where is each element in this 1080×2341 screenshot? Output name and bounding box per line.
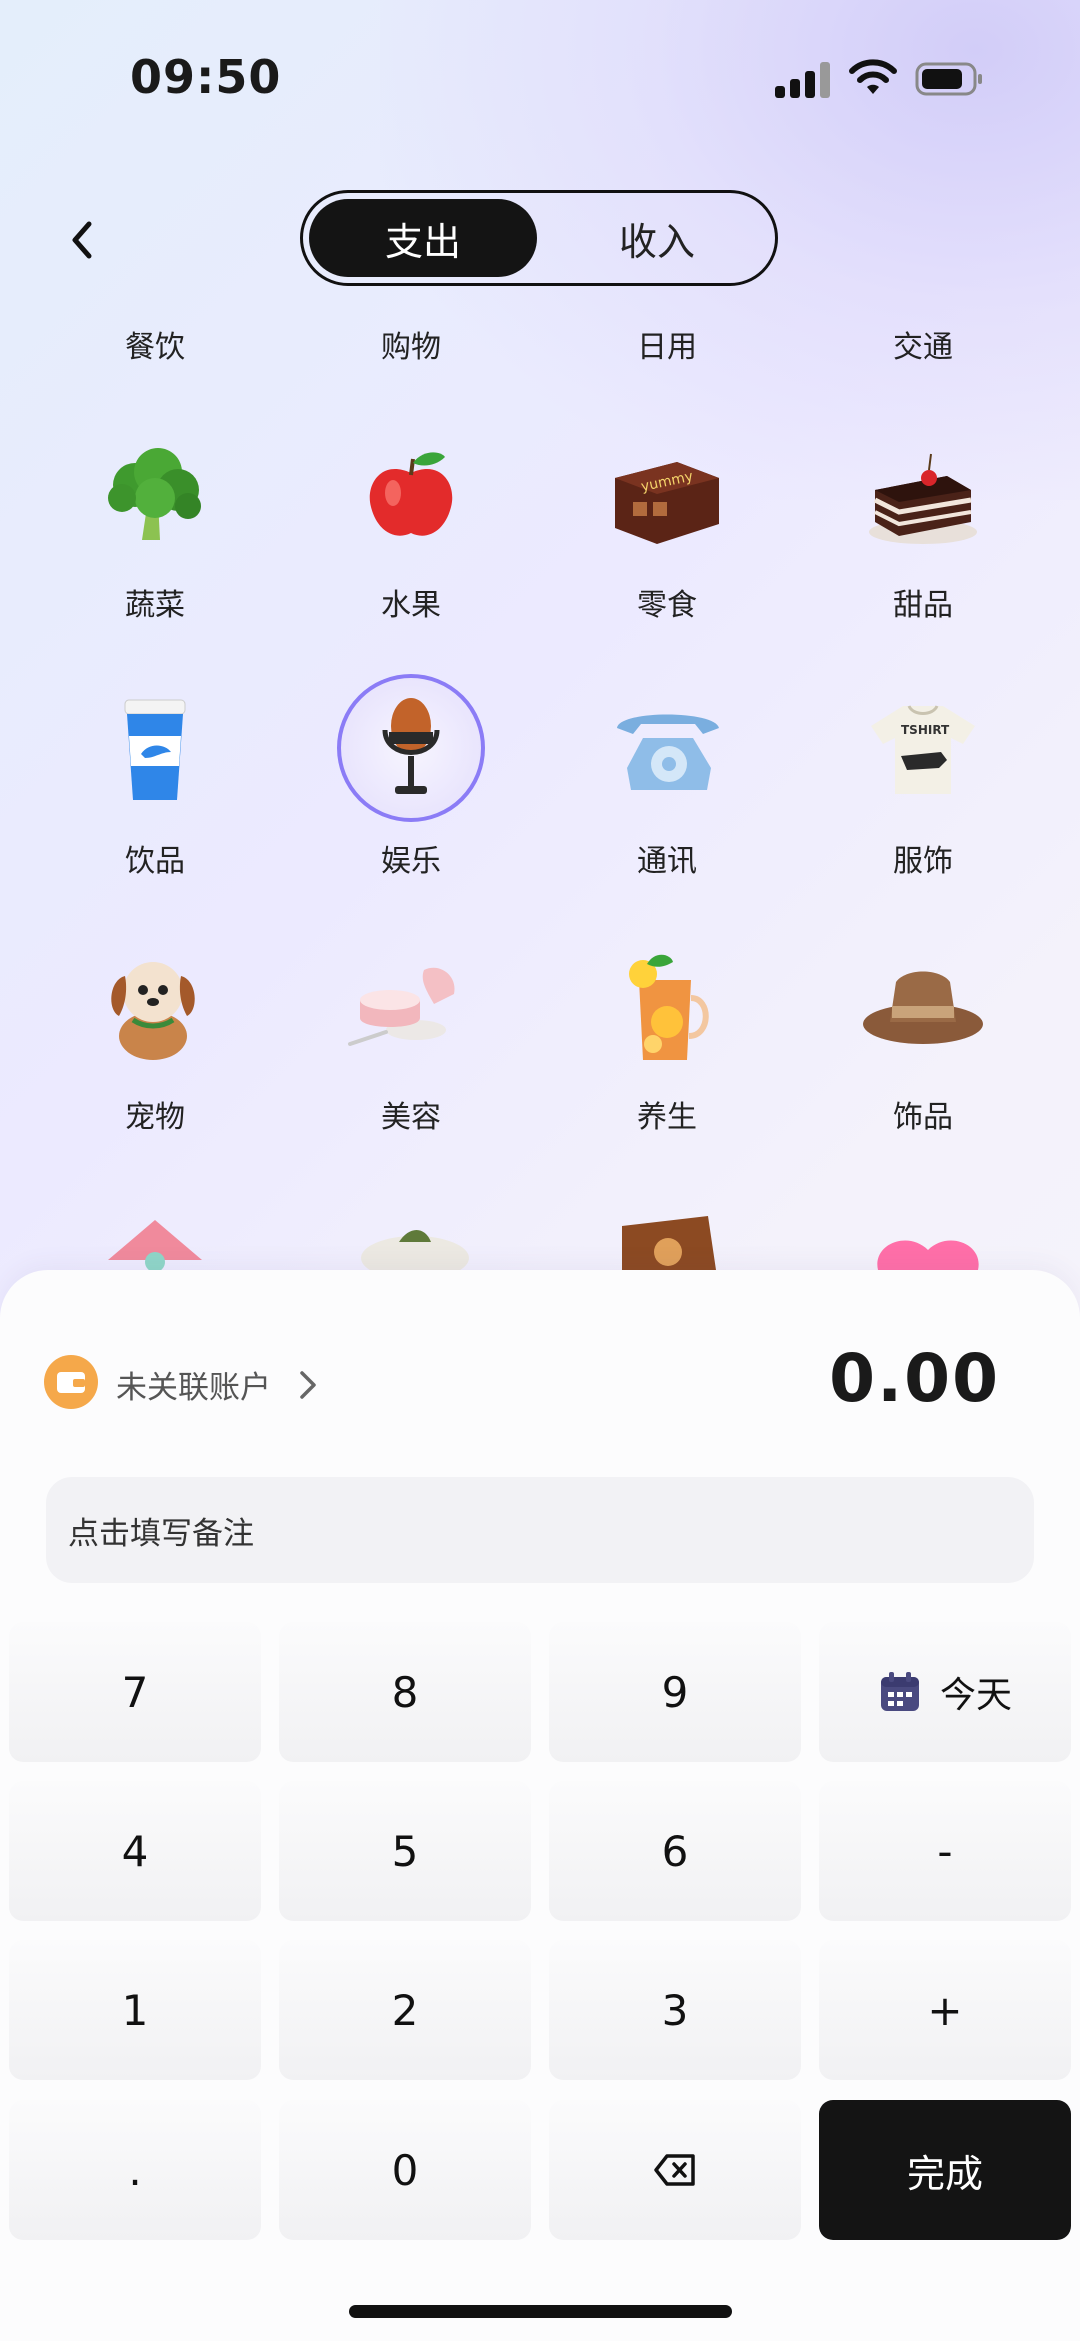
key-9[interactable]: 9 xyxy=(549,1622,801,1762)
date-button[interactable]: 今天 xyxy=(819,1622,1071,1762)
category-label: 蔬菜 xyxy=(125,588,185,623)
apple-icon xyxy=(369,452,453,536)
tshirt-icon: TSHIRT xyxy=(871,705,975,794)
key-minus[interactable]: - xyxy=(819,1781,1071,1921)
key-7[interactable]: 7 xyxy=(9,1622,261,1762)
category-vegetables[interactable]: 蔬菜 xyxy=(55,430,255,630)
category-transport[interactable]: 交通 xyxy=(823,322,1023,366)
tab-income[interactable]: 收入 xyxy=(543,199,771,277)
category-snacks[interactable]: yummy 零食 xyxy=(567,430,767,630)
cellular-signal-icon xyxy=(775,62,831,98)
note-input[interactable]: 点击填写备注 xyxy=(46,1477,1034,1583)
key-6[interactable]: 6 xyxy=(549,1781,801,1921)
key-plus[interactable]: + xyxy=(819,1940,1071,2080)
done-button[interactable]: 完成 xyxy=(819,2100,1071,2240)
type-switch: 支出 收入 xyxy=(300,190,778,286)
puppy-icon xyxy=(111,962,195,1060)
svg-text:TSHIRT: TSHIRT xyxy=(901,723,950,737)
category-shopping[interactable]: 购物 xyxy=(311,322,511,366)
herbal-tea-icon xyxy=(629,954,709,1060)
key-4[interactable]: 4 xyxy=(9,1781,261,1921)
category-dessert[interactable]: 甜品 xyxy=(823,430,1023,630)
category-drinks[interactable]: 饮品 xyxy=(55,686,255,886)
tab-expense[interactable]: 支出 xyxy=(309,199,537,277)
coffee-cup-icon xyxy=(124,699,186,800)
cake-icon xyxy=(869,453,977,544)
book-icon xyxy=(622,1216,716,1270)
key-dot[interactable]: . xyxy=(9,2100,261,2240)
category-label: 娱乐 xyxy=(381,844,441,879)
key-5[interactable]: 5 xyxy=(279,1781,531,1921)
category-beauty[interactable]: 美容 xyxy=(311,942,511,1142)
broccoli-icon xyxy=(108,448,201,540)
category-label: 养生 xyxy=(637,1100,697,1135)
calendar-icon xyxy=(880,1672,919,1711)
snack-box-icon: yummy xyxy=(615,462,719,544)
category-label: 服饰 xyxy=(893,844,953,879)
backspace-icon xyxy=(654,2154,695,2186)
status-time: 09:50 xyxy=(130,50,282,104)
category-label: 宠物 xyxy=(125,1100,185,1135)
telephone-icon xyxy=(617,714,719,790)
key-1[interactable]: 1 xyxy=(9,1940,261,2080)
category-label: 饮品 xyxy=(125,844,185,879)
backspace-button[interactable] xyxy=(549,2100,801,2240)
date-label: 今天 xyxy=(939,1675,1012,1716)
category-dining[interactable]: 餐饮 xyxy=(55,322,255,366)
battery-icon xyxy=(915,62,982,96)
category-label: 饰品 xyxy=(893,1100,953,1135)
wallet-icon[interactable] xyxy=(44,1355,98,1409)
cosmetics-icon xyxy=(348,967,455,1046)
house-icon xyxy=(108,1220,202,1270)
key-2[interactable]: 2 xyxy=(279,1940,531,2080)
category-entertainment[interactable]: 娱乐 xyxy=(311,674,511,886)
category-wellness[interactable]: 养生 xyxy=(567,942,767,1142)
key-0[interactable]: 0 xyxy=(279,2100,531,2240)
key-3[interactable]: 3 xyxy=(549,1940,801,2080)
wifi-icon xyxy=(849,59,897,94)
category-label: 甜品 xyxy=(893,588,953,623)
category-label: 美容 xyxy=(381,1100,441,1135)
category-accessories[interactable]: 饰品 xyxy=(823,942,1023,1142)
chevron-right-icon[interactable] xyxy=(296,1368,320,1402)
hat-icon xyxy=(863,971,983,1044)
back-icon[interactable] xyxy=(55,210,115,270)
category-label: 通讯 xyxy=(637,844,697,879)
category-fruit[interactable]: 水果 xyxy=(311,430,511,630)
category-clothing[interactable]: TSHIRT 服饰 xyxy=(823,686,1023,886)
home-indicator xyxy=(349,2305,732,2318)
category-pets[interactable]: 宠物 xyxy=(55,942,255,1142)
category-label: 水果 xyxy=(381,588,441,623)
category-label: 零食 xyxy=(637,588,697,623)
account-selector[interactable]: 未关联账户 xyxy=(116,1362,271,1407)
sofa-icon xyxy=(361,1230,469,1270)
microphone-icon xyxy=(382,698,440,794)
heart-icon xyxy=(877,1240,979,1270)
category-telecom[interactable]: 通讯 xyxy=(567,686,767,886)
amount-display: 0.00 xyxy=(829,1340,1000,1417)
category-daily[interactable]: 日用 xyxy=(567,322,767,366)
key-8[interactable]: 8 xyxy=(279,1622,531,1762)
status-bar: 09:50 xyxy=(0,0,1080,150)
